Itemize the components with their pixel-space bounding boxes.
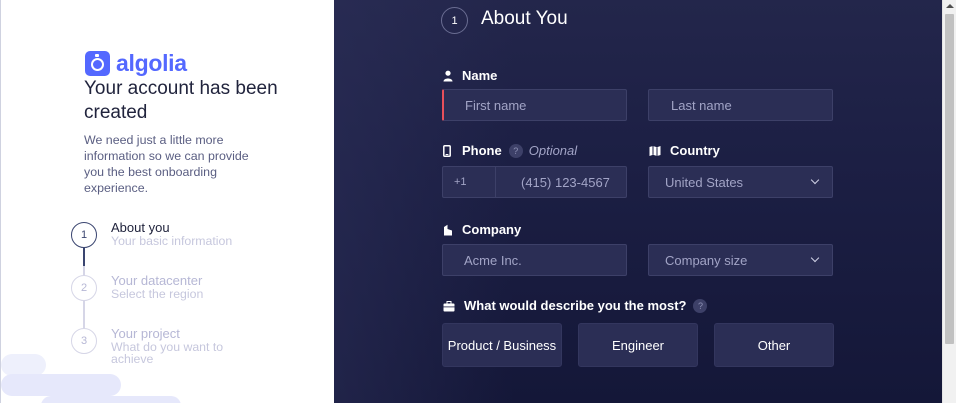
country-label: Country [649,143,720,158]
optional-hint: Optional [528,143,578,158]
step-subtitle: What do you want to achieve [111,340,224,366]
first-name-input[interactable]: First name [442,89,627,121]
decorative-shape [1,374,121,396]
about-you-form: 1 About You Name First name Last name Ph… [334,0,942,403]
country-select[interactable]: United States [648,166,833,198]
section-title: About You [481,8,568,29]
company-label-text: Company [462,222,522,237]
step-title: Your datacenter [111,273,203,288]
name-label-text: Name [462,68,498,83]
onboarding-sidebar: algolia Your account has been created We… [0,0,334,403]
option-engineer[interactable]: Engineer [578,323,698,367]
briefcase-icon [443,300,455,312]
name-label: Name [443,68,497,83]
step-subtitle: Select the region [111,287,204,301]
stepper-track-progress [83,248,85,266]
phone-input[interactable]: (415) 123-4567 [495,166,627,198]
algolia-logo-icon [85,51,110,76]
decorative-shape [41,396,181,403]
map-icon [649,145,661,157]
building-icon [443,224,453,236]
step-title: About you [111,220,170,235]
company-input[interactable]: Acme Inc. [442,244,627,276]
phone-label-text: Phone [462,143,502,158]
logo-text: algolia [116,50,187,76]
describe-label: What would describe you the most? ? [443,298,708,313]
onboarding-page: algolia Your account has been created We… [0,0,956,403]
page-description: We need just a little more information s… [84,133,249,195]
help-icon[interactable]: ? [508,143,523,158]
step-subtitle: Your basic information [111,234,233,248]
chevron-down-icon [810,175,820,185]
country-label-text: Country [670,143,720,158]
page-scrollbar[interactable] [942,0,956,403]
page-title: Your account has been created [84,78,278,123]
algolia-logo: algolia [85,50,187,77]
option-product-business[interactable]: Product / Business [442,323,562,367]
section-number: 1 [441,7,468,34]
step-number: 3 [71,328,97,354]
company-size-value: Company size [665,252,748,268]
company-size-select[interactable]: Company size [648,244,833,276]
scroll-up-arrow-icon[interactable] [946,4,954,8]
phone-country-code[interactable]: +1 [442,166,496,198]
decorative-shape [1,354,46,376]
option-other[interactable]: Other [714,323,834,367]
scroll-thumb[interactable] [945,14,954,344]
chevron-down-icon [810,253,820,263]
describe-label-text: What would describe you the most? [464,298,687,313]
phone-label: Phone ? Optional [443,143,577,158]
country-select-value: United States [665,174,744,190]
last-name-input[interactable]: Last name [648,89,833,121]
help-icon[interactable]: ? [693,298,708,313]
company-label: Company [443,222,521,237]
step-number: 1 [71,222,97,248]
step-title: Your project [111,326,180,341]
phone-icon [443,144,453,157]
step-number: 2 [71,275,97,301]
user-icon [443,70,453,82]
